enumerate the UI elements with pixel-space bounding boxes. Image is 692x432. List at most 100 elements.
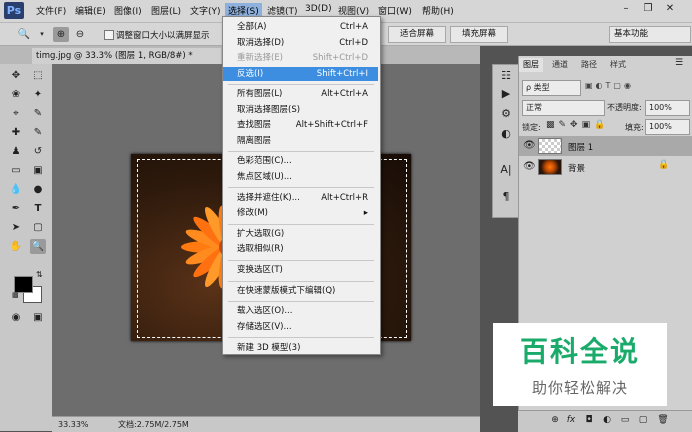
menu-3d[interactable]: 3D(D) [305,4,332,14]
trash-icon[interactable]: 🗑 [656,413,670,427]
move-tool-icon[interactable]: ✥ [8,68,24,83]
menu-edit[interactable]: 编辑(E) [75,4,106,17]
watermark-title: 百科全说 [519,335,640,368]
select-menu-item[interactable]: 查找图层 Alt+Shift+Ctrl+F [223,118,378,132]
actions-panel-icon[interactable]: ▶ [493,84,519,104]
select-menu-item[interactable]: 色彩范围(C)... [223,154,378,168]
zoom-in-icon[interactable]: ⊕ [53,27,69,42]
history-panel-icon[interactable]: ☷ [493,66,519,86]
lock-icons[interactable]: ▩✎✥▣🔒 [546,120,609,130]
layer-filter-select[interactable]: ρ 类型 [522,80,581,96]
chevron-down-icon[interactable]: ▾ [34,27,50,42]
tab-styles[interactable]: 样式 [606,58,630,72]
eye-icon[interactable]: 👁 [523,161,536,172]
eyedropper-tool-icon[interactable]: ✎ [30,106,46,121]
select-menu-item[interactable]: 隔离图层 [223,134,378,148]
new-layer-icon[interactable]: ▢ [636,413,650,427]
menu-item-label: 重新选择(E) [237,53,284,63]
select-menu-item[interactable]: 焦点区域(U)... [223,170,378,184]
zoom-tool-icon[interactable]: 🔍 [30,239,46,254]
select-menu-item[interactable]: 在快速蒙版模式下编辑(Q) [223,284,378,298]
select-menu-item[interactable]: 存储选区(V)... [223,320,378,334]
opacity-input[interactable]: 100% [645,100,690,116]
restore-button[interactable]: ❐ [642,3,654,15]
select-menu-item[interactable]: 所有图层(L) Alt+Ctrl+A [223,87,378,101]
menu-item-label: 取消选择图层(S) [237,104,301,115]
path-selection-tool-icon[interactable]: ➤ [8,220,24,235]
add-mask-icon[interactable]: ◘ [582,413,596,427]
resize-windows-checkbox[interactable] [104,30,114,40]
eye-icon[interactable]: 👁 [523,140,536,151]
select-menu-item[interactable]: 新建 3D 模型(3) [223,341,378,355]
adjustment-layer-icon[interactable]: ◐ [600,413,614,427]
select-menu-item[interactable]: 重新选择(E) Shift+Ctrl+D [223,51,378,65]
dodge-tool-icon[interactable]: ● [30,182,46,197]
select-menu-item[interactable]: 全部(A) Ctrl+A [223,20,378,34]
history-brush-tool-icon[interactable]: ↺ [30,144,46,159]
magic-wand-tool-icon[interactable]: ✦ [30,87,46,102]
select-menu-item[interactable]: 扩大选取(G) [223,227,378,241]
link-layers-icon[interactable]: ⊕ [548,413,562,427]
menu-file[interactable]: 文件(F) [36,4,66,17]
swap-colors-icon[interactable]: ⇅ [36,270,43,279]
menu-help[interactable]: 帮助(H) [422,4,454,17]
quick-mask-icon[interactable]: ◉ [8,310,24,325]
select-menu-item[interactable]: 选择并遮住(K)... Alt+Ctrl+R [223,191,378,205]
brush-tool-icon[interactable]: ✎ [30,125,46,140]
zoom-out-icon[interactable]: ⊖ [72,27,88,42]
select-menu-item[interactable]: 取消选择(D) Ctrl+D [223,36,378,50]
minimize-button[interactable]: – [620,3,632,15]
eraser-tool-icon[interactable]: ▭ [8,163,24,178]
properties-panel-icon[interactable]: ⚙ [493,104,519,124]
type-tool-icon[interactable]: T [30,201,46,216]
tab-paths[interactable]: 路径 [577,58,601,72]
menu-item-shortcut: Alt+Ctrl+A [321,89,368,100]
select-menu-item[interactable]: 修改(M) ▸ [223,206,378,220]
pen-tool-icon[interactable]: ✒ [8,201,24,216]
background-layer-name[interactable]: 背景 [568,162,585,174]
marquee-tool-icon[interactable]: ⬚ [30,68,46,83]
menu-item-label: 在快速蒙版模式下编辑(Q) [237,285,336,296]
fill-input[interactable]: 100% [645,119,690,135]
fit-screen-button[interactable]: 适合屏幕 [388,26,446,43]
layer-1-name[interactable]: 图层 1 [568,141,593,153]
character-panel-icon[interactable]: A| [493,160,519,180]
select-menu-item[interactable]: 反选(I) Shift+Ctrl+I [223,66,378,81]
workspace-switcher[interactable]: 基本功能 [609,26,691,43]
adjustments-panel-icon[interactable]: ◐ [493,124,519,144]
fx-icon[interactable]: fx [564,413,578,427]
lasso-tool-icon[interactable]: ❀ [8,87,24,102]
default-colors-icon[interactable]: ▩ [12,291,19,299]
menu-type[interactable]: 文字(Y) [190,4,221,17]
new-group-icon[interactable]: ▭ [618,413,632,427]
menu-layer[interactable]: 图层(L) [151,4,181,17]
close-button[interactable]: ✕ [664,3,676,15]
gradient-tool-icon[interactable]: ▣ [30,163,46,178]
screen-mode-icon[interactable]: ▣ [30,310,46,325]
layer-filter-icons[interactable]: ▣◐T▢◉ [585,81,685,95]
tab-layers[interactable]: 图层 [519,58,543,72]
panel-menu-icon[interactable]: ☰ [675,58,683,68]
hand-tool-icon[interactable]: ✋ [8,239,24,254]
menu-window[interactable]: 窗口(W) [378,4,412,17]
select-menu-item[interactable]: 取消选择图层(S) [223,103,378,117]
rectangle-tool-icon[interactable]: ▢ [30,220,46,235]
menu-image[interactable]: 图像(I) [114,4,142,17]
select-menu-item[interactable]: 变换选区(T) [223,263,378,277]
paragraph-panel-icon[interactable]: ¶ [493,187,519,207]
menu-separator [228,301,374,303]
select-menu-item[interactable]: 载入选区(O)... [223,304,378,318]
select-menu-item[interactable]: 选取相似(R) [223,242,378,256]
tab-channels[interactable]: 通道 [548,58,572,72]
healing-brush-tool-icon[interactable]: ✚ [8,125,24,140]
blur-tool-icon[interactable]: 💧 [8,182,24,197]
zoom-level[interactable]: 33.33% [58,418,89,431]
document-tab[interactable]: timg.jpg @ 33.3% (图层 1, RGB/8#) * [32,48,221,64]
fill-screen-button[interactable]: 填充屏幕 [450,26,508,43]
zoom-tool-preset-icon[interactable]: 🔍 [16,27,32,42]
panel-gutter [480,46,492,431]
blend-mode-select[interactable]: 正常 [522,100,605,116]
clone-stamp-tool-icon[interactable]: ♟ [8,144,24,159]
lock-icon: 🔒 [658,160,670,170]
crop-tool-icon[interactable]: ⌖ [8,106,24,121]
